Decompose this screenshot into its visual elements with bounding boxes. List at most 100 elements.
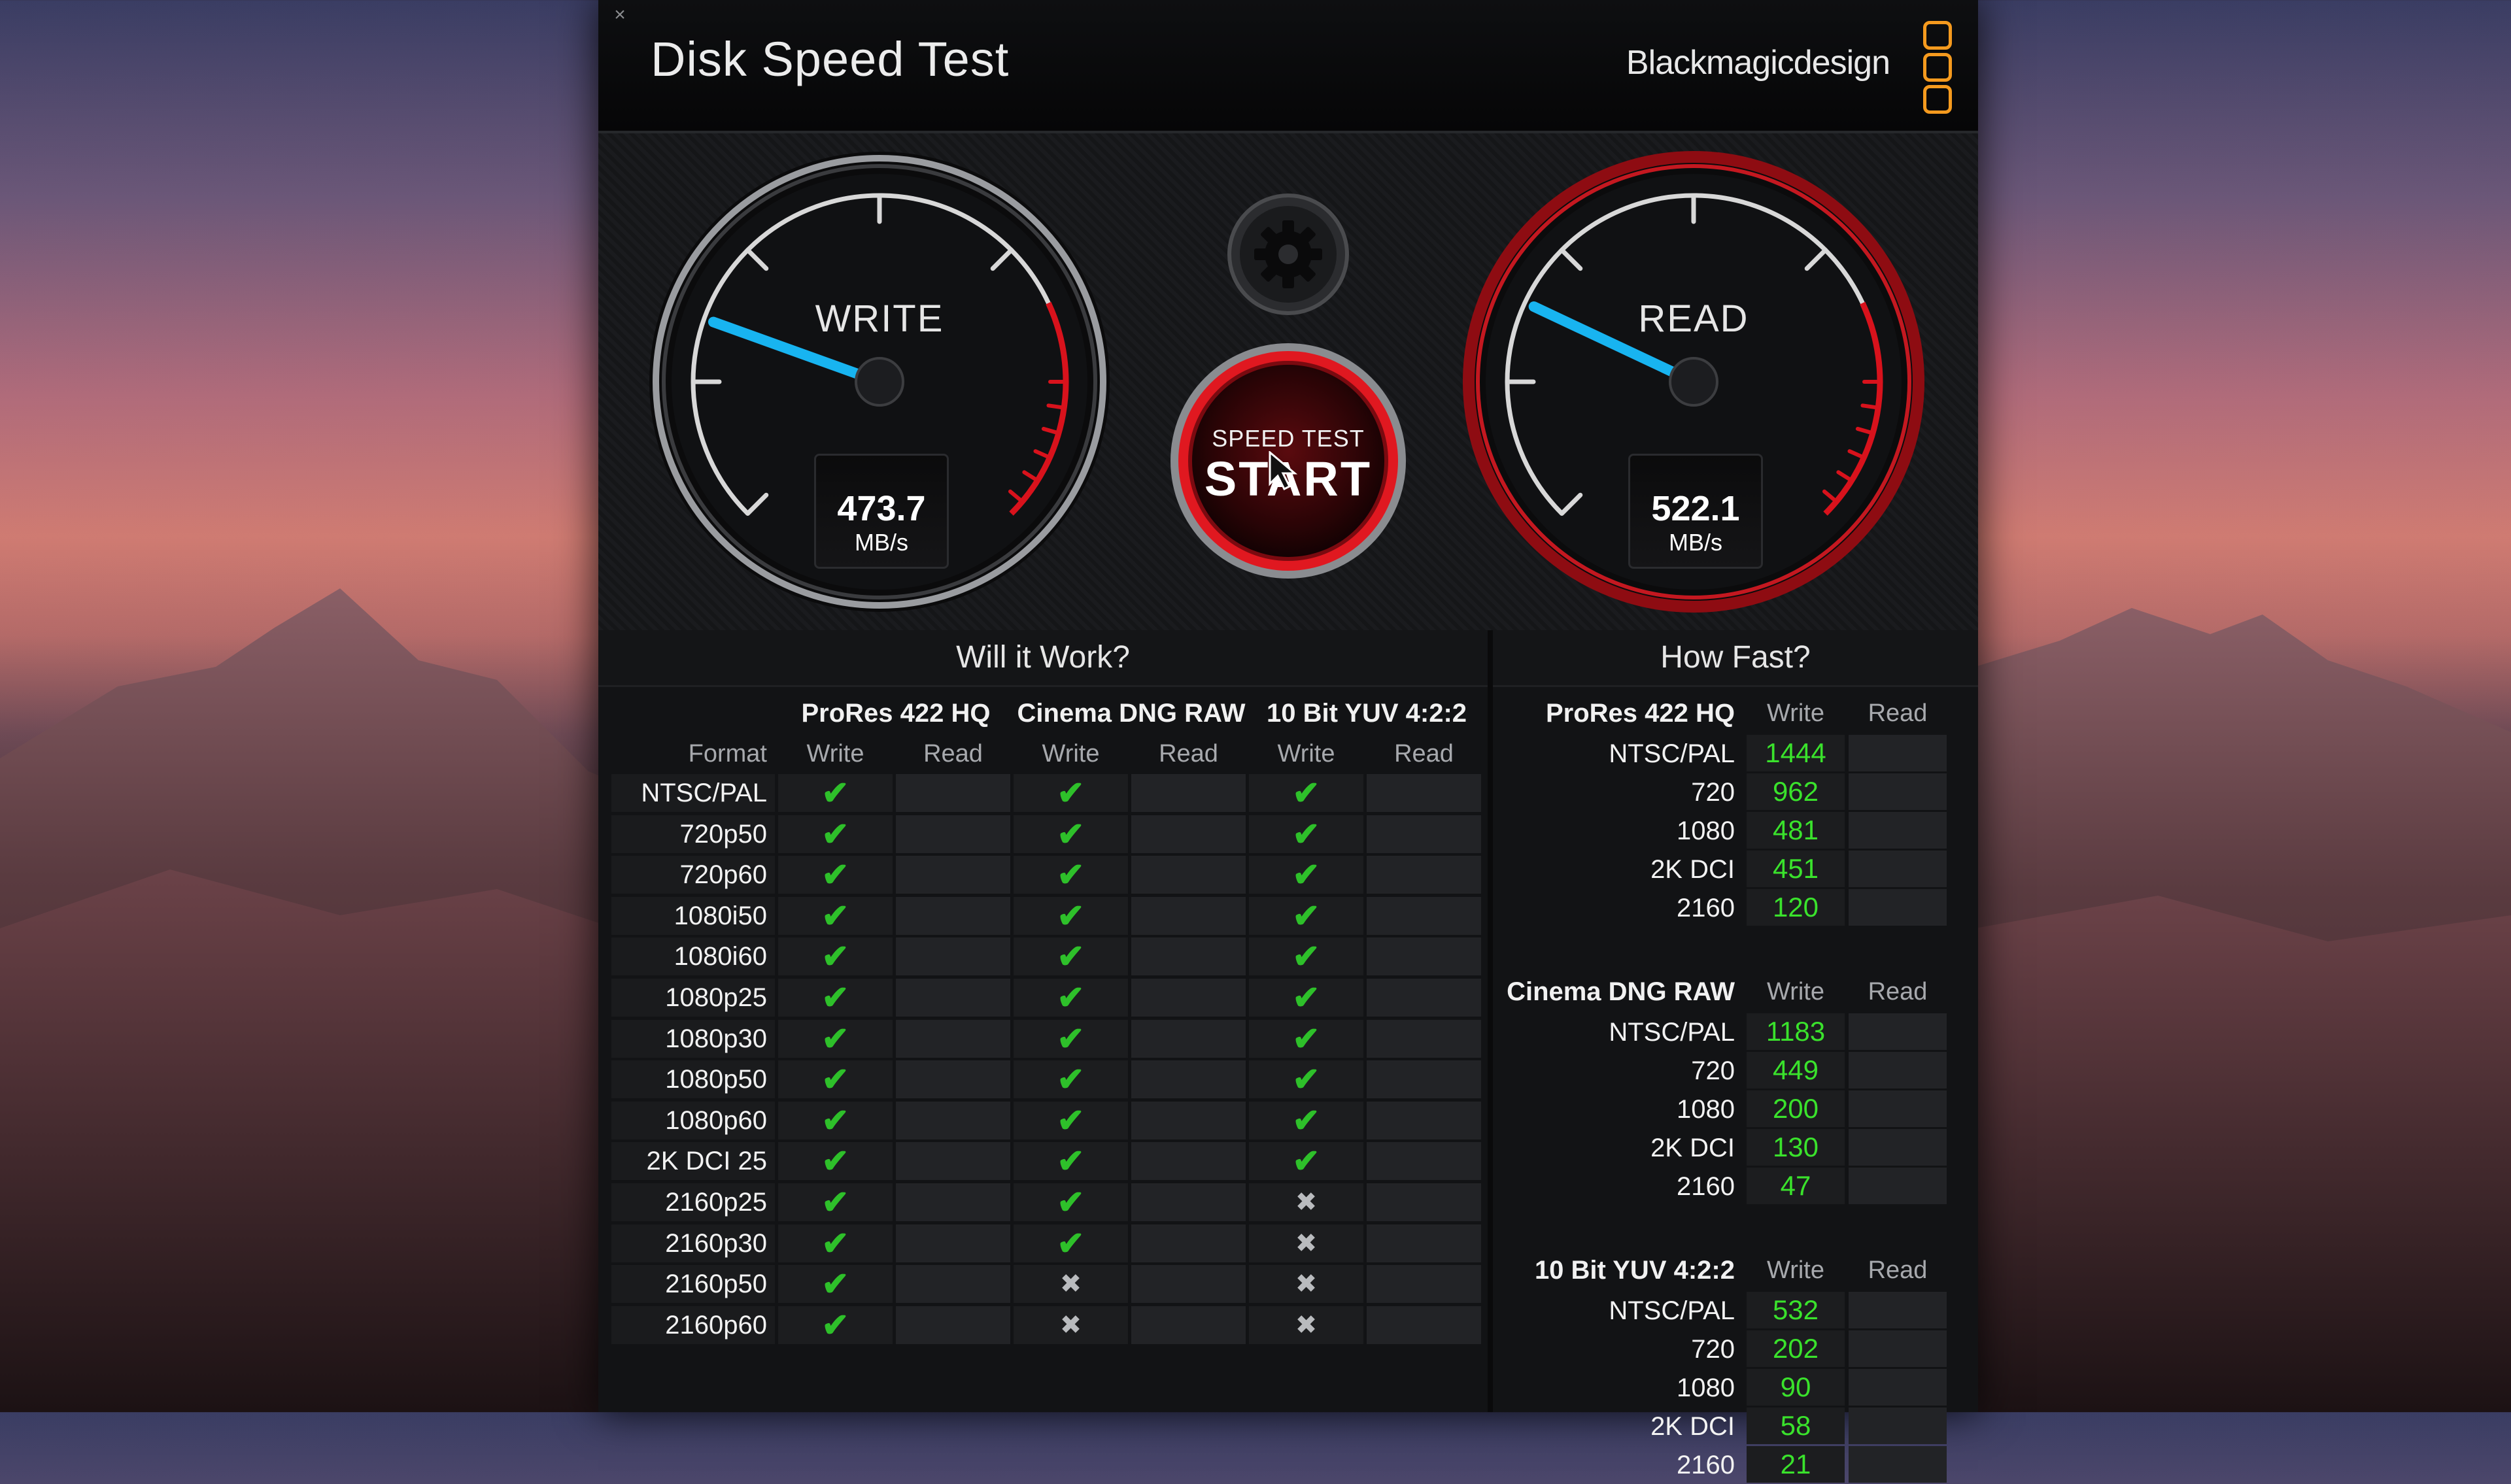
empty-cell bbox=[896, 815, 1010, 853]
check-icon: ✔ bbox=[821, 1266, 849, 1303]
resolution-label: 720 bbox=[1691, 778, 1735, 807]
check-icon: ✔ bbox=[778, 937, 893, 976]
list-item: 2K DCI 130 bbox=[1493, 1129, 1978, 1167]
write-fps-value: 21 bbox=[1747, 1446, 1845, 1483]
check-icon: ✔ bbox=[778, 774, 893, 812]
read-fps-value bbox=[1849, 1369, 1947, 1406]
check-icon: ✔ bbox=[778, 815, 893, 853]
check-icon: ✔ bbox=[1249, 815, 1363, 853]
empty-cell bbox=[1131, 1101, 1246, 1139]
check-icon: ✔ bbox=[1057, 1102, 1085, 1139]
empty-cell bbox=[1367, 1060, 1481, 1099]
check-icon: ✔ bbox=[1014, 979, 1128, 1017]
resolution-label: 2K DCI bbox=[1650, 1134, 1735, 1162]
table-row: 2160p60 ✔ ✖ ✖ bbox=[611, 1306, 1488, 1347]
list-item: 2160 47 bbox=[1493, 1168, 1978, 1206]
write-fps-value: 47 bbox=[1747, 1168, 1845, 1204]
sub-header-read: Read bbox=[1159, 740, 1218, 767]
write-fps-value: 1444 bbox=[1747, 735, 1845, 771]
check-icon: ✔ bbox=[1292, 1102, 1320, 1139]
check-icon: ✔ bbox=[1249, 774, 1363, 812]
empty-cell bbox=[1131, 1060, 1246, 1099]
check-icon: ✔ bbox=[1014, 1060, 1128, 1099]
list-item: 720 449 bbox=[1493, 1052, 1978, 1090]
check-icon: ✔ bbox=[821, 1061, 849, 1098]
format-name: 1080i50 bbox=[611, 896, 775, 935]
cross-icon: ✖ bbox=[1295, 1188, 1318, 1217]
how-fast-header: How Fast? bbox=[1493, 630, 1978, 687]
format-name: 2160p60 bbox=[611, 1306, 775, 1344]
resolution-label: 2160 bbox=[1677, 1172, 1735, 1201]
gauge-redline-tick bbox=[1860, 403, 1881, 410]
cross-icon: ✖ bbox=[1249, 1265, 1363, 1304]
check-icon: ✔ bbox=[1292, 897, 1320, 934]
empty-cell bbox=[1131, 774, 1246, 812]
write-fps-value: 1183 bbox=[1747, 1013, 1845, 1050]
read-column-header: Read bbox=[1868, 700, 1928, 727]
check-icon: ✔ bbox=[821, 1306, 849, 1343]
read-fps-value bbox=[1849, 1168, 1947, 1204]
empty-cell bbox=[1367, 774, 1481, 812]
check-icon: ✔ bbox=[1057, 815, 1085, 852]
check-icon: ✔ bbox=[1292, 1143, 1320, 1180]
check-icon: ✔ bbox=[1292, 1061, 1320, 1098]
list-item: 1080 200 bbox=[1493, 1090, 1978, 1128]
check-icon: ✔ bbox=[1057, 1184, 1085, 1221]
check-icon: ✔ bbox=[778, 1019, 893, 1058]
cross-icon: ✖ bbox=[1059, 1270, 1082, 1299]
check-icon: ✔ bbox=[1057, 856, 1085, 894]
format-name: 1080i60 bbox=[611, 937, 775, 976]
format-column-header: Format bbox=[688, 740, 767, 767]
read-fps-value bbox=[1849, 851, 1947, 887]
check-icon: ✔ bbox=[778, 856, 893, 894]
empty-cell bbox=[1131, 1224, 1246, 1262]
read-fps-value bbox=[1849, 812, 1947, 849]
read-fps-value bbox=[1849, 1129, 1947, 1166]
write-fps-value: 449 bbox=[1747, 1052, 1845, 1088]
empty-cell bbox=[1367, 815, 1481, 853]
write-fps-value: 90 bbox=[1747, 1369, 1845, 1406]
check-icon: ✔ bbox=[821, 1143, 849, 1180]
check-icon: ✔ bbox=[1249, 937, 1363, 976]
format-name: 1080p25 bbox=[611, 979, 775, 1017]
table-row: 2160p50 ✔ ✖ ✖ bbox=[611, 1265, 1488, 1306]
check-icon: ✔ bbox=[1057, 897, 1085, 934]
close-button[interactable]: × bbox=[609, 4, 631, 26]
read-speed-value: 522.1 bbox=[1651, 489, 1740, 528]
write-readout: 473.7 MB/s bbox=[814, 454, 949, 569]
write-fps-value: 200 bbox=[1747, 1090, 1845, 1127]
check-icon: ✔ bbox=[1249, 979, 1363, 1017]
check-icon: ✔ bbox=[1014, 815, 1128, 853]
check-icon: ✔ bbox=[1249, 896, 1363, 935]
read-fps-value bbox=[1849, 1408, 1947, 1444]
empty-cell bbox=[896, 896, 1010, 935]
empty-cell bbox=[1131, 896, 1246, 935]
settings-gear-button[interactable] bbox=[1226, 192, 1350, 316]
sub-header-read: Read bbox=[1394, 740, 1454, 767]
check-icon: ✔ bbox=[821, 1184, 849, 1221]
list-item: 720 202 bbox=[1493, 1330, 1978, 1368]
check-icon: ✔ bbox=[821, 1102, 849, 1139]
resolution-label: 2K DCI bbox=[1650, 1412, 1735, 1441]
empty-cell bbox=[1367, 1224, 1481, 1262]
empty-cell bbox=[1367, 1142, 1481, 1181]
read-column-header: Read bbox=[1868, 978, 1928, 1005]
table-row: 2160p30 ✔ ✔ ✖ bbox=[611, 1224, 1488, 1265]
check-icon: ✔ bbox=[821, 938, 849, 975]
check-icon: ✔ bbox=[778, 1060, 893, 1099]
write-gauge: WRITE 473.7 MB/s bbox=[644, 146, 1115, 617]
read-gauge: READ 522.1 MB/s bbox=[1458, 146, 1929, 617]
check-icon: ✔ bbox=[1057, 938, 1085, 975]
read-fps-value bbox=[1849, 1292, 1947, 1328]
start-button-caption: SPEED TEST bbox=[1212, 425, 1365, 452]
check-icon: ✔ bbox=[778, 1142, 893, 1181]
check-icon: ✔ bbox=[1292, 815, 1320, 852]
table-row: 1080i50 ✔ ✔ ✔ bbox=[611, 896, 1488, 937]
check-icon: ✔ bbox=[1057, 1143, 1085, 1180]
panel-divider bbox=[1488, 630, 1493, 1412]
empty-cell bbox=[1367, 1306, 1481, 1344]
check-icon: ✔ bbox=[1292, 979, 1320, 1016]
sub-header-write: Write bbox=[1042, 740, 1100, 767]
format-name: 1080p60 bbox=[611, 1101, 775, 1139]
check-icon: ✔ bbox=[1057, 1224, 1085, 1262]
